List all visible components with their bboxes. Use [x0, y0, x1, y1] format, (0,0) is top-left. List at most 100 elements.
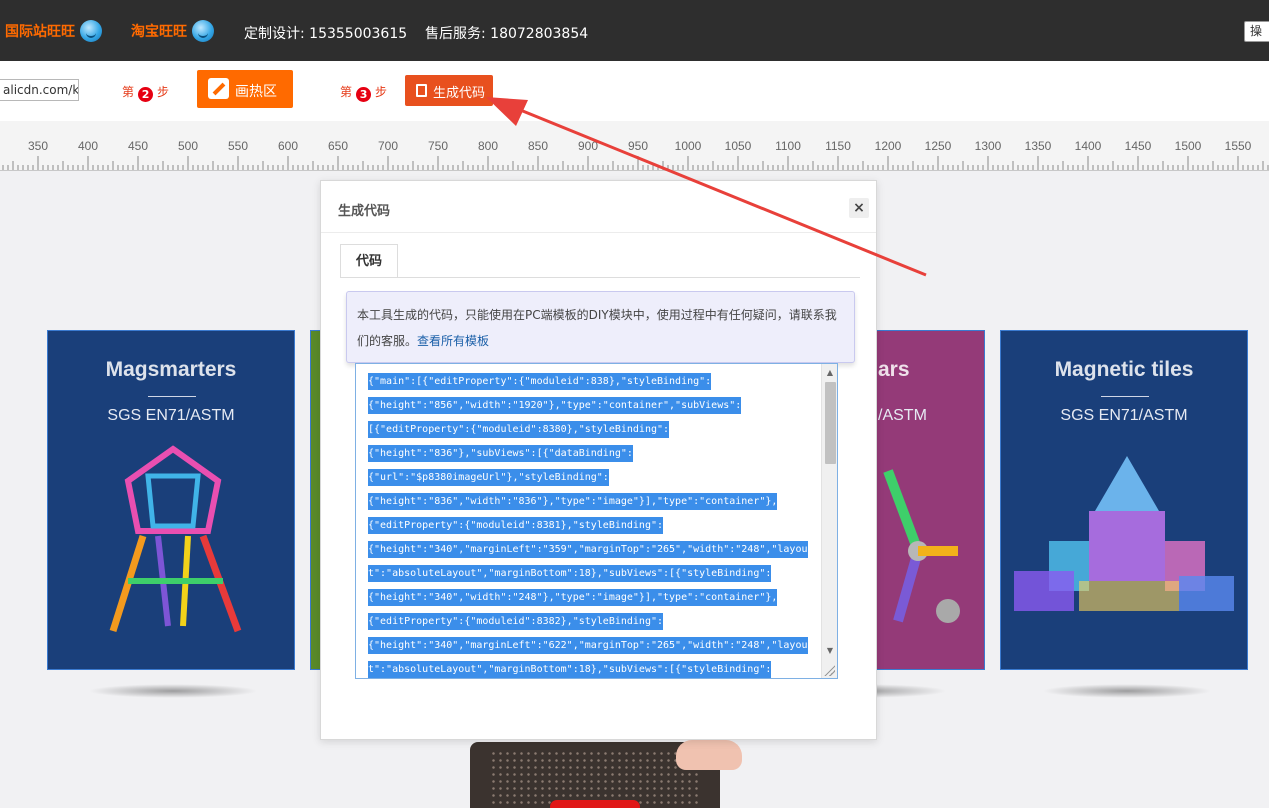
ruler-tick-label: 700 [378, 139, 398, 153]
code-line: {"height":"340","marginLeft":"359","marg… [368, 538, 820, 562]
code-line: {"height":"836"},"subViews":[{"dataBindi… [368, 442, 820, 466]
scroll-down-icon[interactable]: ▼ [822, 644, 837, 658]
board-logo [550, 800, 640, 808]
ruler-tick-label: 1050 [725, 139, 752, 153]
code-line-text: t":"absoluteLayout","marginBottom":18},"… [368, 565, 772, 582]
magnetic-tiles-castle-image [1014, 456, 1234, 611]
product-card-magnetic-tiles: Magnetic tiles SGS EN71/ASTM [1000, 330, 1248, 670]
ruler-tick-label: 950 [628, 139, 648, 153]
draw-hotspot-button[interactable]: 画热区 [197, 70, 293, 108]
code-line-text: [{"editProperty":{"moduleid":8380},"styl… [368, 421, 670, 438]
dialog-title: 生成代码 [338, 204, 391, 219]
product-card-magsmarters: Magsmarters SGS EN71/ASTM [47, 330, 295, 670]
ruler-tick-label: 1350 [1025, 139, 1052, 153]
code-line-text: {"url":"$p8380imageUrl"},"styleBinding": [368, 469, 609, 486]
step-2-label: 第2步 [122, 83, 169, 102]
step-prefix: 第 [122, 85, 135, 99]
generate-code-button[interactable]: 生成代码 [405, 75, 493, 106]
ruler-tick-label: 1450 [1125, 139, 1152, 153]
usage-notice: 本工具生成的代码，只能使用在PC端模板的DIY模块中，使用过程中有任何疑问，请联… [346, 291, 855, 363]
view-all-templates-link[interactable]: 查看所有模板 [417, 334, 489, 348]
ruler-tick-label: 1250 [925, 139, 952, 153]
code-line: {"height":"856","width":"1920"},"type":"… [368, 394, 820, 418]
step-number-badge: 2 [138, 87, 154, 102]
code-line: {"editProperty":{"moduleid":8382},"style… [368, 610, 820, 634]
wangwang-icon[interactable] [80, 20, 102, 42]
top-bar: 国际站旺旺 淘宝旺旺 定制设计: 15355003615 售后服务: 18072… [0, 0, 1269, 61]
card-divider [148, 396, 196, 397]
card-title: ars [878, 358, 910, 381]
operation-button[interactable]: 操 [1244, 21, 1269, 42]
tab-underline [340, 277, 860, 278]
step-suffix: 步 [375, 85, 388, 99]
code-line: [{"editProperty":{"moduleid":8380},"styl… [368, 418, 820, 442]
card-shadow [88, 684, 258, 698]
card-title: Magnetic tiles [1054, 358, 1194, 381]
generate-code-label: 生成代码 [433, 86, 486, 101]
ruler-tick-label: 1200 [875, 139, 902, 153]
code-content[interactable]: {"main":[{"editProperty":{"moduleid":838… [368, 370, 820, 678]
code-line: {"editProperty":{"moduleid":8381},"style… [368, 514, 820, 538]
intl-wangwang-link[interactable]: 国际站旺旺 [5, 21, 75, 41]
code-line-text: {"main":[{"editProperty":{"moduleid":838… [368, 373, 712, 390]
code-line-text: {"height":"856","width":"1920"},"type":"… [368, 397, 742, 414]
after-sales-phone: 售后服务: 18072803854 [425, 26, 589, 42]
step-3-label: 第3步 [340, 83, 387, 102]
code-line-text: {"editProperty":{"moduleid":8382},"style… [368, 613, 664, 630]
pencil-icon [208, 78, 229, 99]
hand-image [676, 740, 742, 770]
ruler-tick-label: 450 [128, 139, 148, 153]
ruler-tick-label: 750 [428, 139, 448, 153]
ruler-tick-label: 1000 [675, 139, 702, 153]
ruler-scale: 350 400 450 500 550 600 650 700 750 800 850 900 950 1… [2, 139, 1269, 170]
ruler-tick-label: 350 [28, 139, 48, 153]
code-line: {"main":[{"editProperty":{"moduleid":838… [368, 370, 820, 394]
code-line: {"height":"836","width":"836"},"type":"i… [368, 490, 820, 514]
generate-code-dialog: 生成代码 × 代码 本工具生成的代码，只能使用在PC端模板的DIY模块中，使用过… [320, 180, 877, 740]
code-line-text: {"editProperty":{"moduleid":8381},"style… [368, 517, 664, 534]
ruler-tick-label: 600 [278, 139, 298, 153]
card-title: Magsmarters [105, 358, 237, 381]
code-scrollbar[interactable]: ▲ ▼ [821, 364, 837, 678]
ruler-tick-label: 650 [328, 139, 348, 153]
ruler-tick-label: 800 [478, 139, 498, 153]
magnetic-sticks-toy-image [883, 469, 960, 623]
card-subtitle: /ASTM [878, 407, 927, 424]
ruler-tick-label: 1400 [1075, 139, 1102, 153]
ruler-tick-label: 550 [228, 139, 248, 153]
code-line-text: {"height":"340","marginLeft":"622","marg… [368, 637, 808, 654]
code-line: t":"absoluteLayout","marginBottom":18},"… [368, 562, 820, 586]
step-suffix: 步 [157, 85, 170, 99]
ruler-tick-label: 500 [178, 139, 198, 153]
code-textarea[interactable]: {"main":[{"editProperty":{"moduleid":838… [355, 363, 838, 679]
image-url-input[interactable]: alicdn.com/kf/ [0, 79, 79, 101]
ruler-tick-label: 1300 [975, 139, 1002, 153]
draw-hotspot-label: 画热区 [235, 84, 277, 100]
code-line: t":"absoluteLayout","marginBottom":18},"… [368, 658, 820, 678]
horizontal-ruler: 350 400 450 500 550 600 650 700 750 800 850 900 950 1… [0, 121, 1269, 171]
scroll-thumb[interactable] [825, 382, 836, 464]
ruler-tick-label: 1100 [775, 139, 801, 153]
close-icon[interactable]: × [849, 198, 869, 218]
card-divider [1101, 396, 1149, 397]
step-prefix: 第 [340, 85, 353, 99]
magnetic-rocket-toy-image [109, 445, 242, 633]
wangwang-icon[interactable] [192, 20, 214, 42]
code-line-text: t":"absoluteLayout","marginBottom":18},"… [368, 661, 772, 678]
code-line: {"height":"340","width":"248"},"type":"i… [368, 586, 820, 610]
taobao-wangwang-link[interactable]: 淘宝旺旺 [131, 21, 187, 41]
document-icon [416, 84, 427, 97]
ruler-tick-label: 400 [78, 139, 98, 153]
scroll-up-icon[interactable]: ▲ [822, 366, 837, 380]
code-line: {"url":"$p8380imageUrl"},"styleBinding": [368, 466, 820, 490]
code-line-text: {"height":"340","width":"248"},"type":"i… [368, 589, 778, 606]
custom-design-phone: 定制设计: 15355003615 [244, 26, 408, 42]
resize-grip-icon[interactable] [823, 664, 835, 676]
code-line-text: {"height":"836","width":"836"},"type":"i… [368, 493, 778, 510]
ruler-tick-label: 850 [528, 139, 548, 153]
step-bar: alicdn.com/kf/ 第2步 画热区 第3步 生成代码 [0, 61, 1269, 121]
ruler-tick-label: 1500 [1175, 139, 1202, 153]
tab-code[interactable]: 代码 [340, 244, 398, 278]
card-subtitle: SGS EN71/ASTM [107, 407, 235, 424]
code-line-text: {"height":"836"},"subViews":[{"dataBindi… [368, 445, 633, 462]
